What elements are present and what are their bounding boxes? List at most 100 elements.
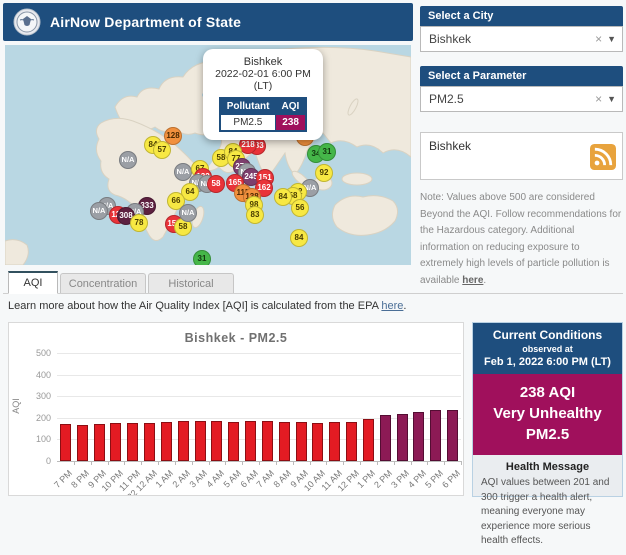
chart-x-tick — [310, 461, 311, 465]
tab-historical[interactable]: Historical — [148, 273, 234, 293]
chart-x-tick — [158, 461, 159, 465]
chart-x-tick — [444, 461, 445, 465]
chart-x-tick — [192, 461, 193, 465]
chart-y-tick-label: 400 — [15, 370, 51, 380]
chart-bar[interactable] — [329, 422, 340, 461]
map-marker[interactable]: 78 — [130, 214, 148, 232]
map-popup: Bishkek 2022-02-01 6:00 PM (LT) Pollutan… — [203, 49, 323, 140]
chart-title: Bishkek - PM2.5 — [9, 331, 463, 345]
map-marker-na[interactable]: N/A — [179, 204, 197, 222]
chart-bar[interactable] — [161, 422, 172, 461]
chart-bar[interactable] — [228, 422, 239, 461]
chart-y-tick-label: 0 — [15, 456, 51, 466]
health-message-title: Health Message — [473, 455, 622, 475]
chart-bar[interactable] — [60, 424, 71, 461]
chart-bar[interactable] — [279, 422, 290, 461]
chart-bar[interactable] — [262, 421, 273, 461]
learn-more-suffix: . — [403, 300, 406, 312]
city-clear-icon[interactable]: × — [590, 32, 607, 46]
popup-city: Bishkek — [208, 56, 318, 68]
chart-x-tick — [209, 461, 210, 465]
chart-bar[interactable] — [144, 423, 155, 461]
chart-x-tick — [276, 461, 277, 465]
chart-bar[interactable] — [447, 410, 458, 461]
learn-more-text: Learn more about how the Air Quality Ind… — [8, 300, 381, 312]
chart-y-tick-label: 100 — [15, 434, 51, 444]
chart-bar[interactable] — [380, 415, 391, 461]
current-aqi-value: 238 AQI — [475, 382, 620, 403]
rss-feed-box: Bishkek — [420, 132, 623, 180]
health-message-body: AQI values between 201 and 300 trigger a… — [473, 475, 622, 555]
map-marker[interactable]: 57 — [153, 141, 171, 159]
chart-bar[interactable] — [110, 423, 121, 461]
chart-bar[interactable] — [296, 422, 307, 461]
chart-bar[interactable] — [312, 423, 323, 461]
map-marker[interactable]: 84 — [290, 229, 308, 247]
popup-aqi-value: 238 — [276, 115, 307, 132]
map-marker[interactable]: 92 — [315, 164, 333, 182]
rss-icon[interactable] — [590, 144, 616, 175]
parameter-select-value: PM2.5 — [429, 92, 590, 106]
learn-more-here-link[interactable]: here — [381, 300, 403, 312]
chart-bar[interactable] — [77, 425, 88, 461]
chart-x-tick — [411, 461, 412, 465]
chart-y-tick-label: 500 — [15, 348, 51, 358]
popup-timezone: (LT) — [208, 80, 318, 92]
city-select[interactable]: Bishkek × ▼ — [420, 26, 623, 52]
dept-of-state-seal-icon — [13, 8, 41, 36]
map-marker[interactable]: 56 — [291, 199, 309, 217]
chart-gridline — [57, 375, 461, 376]
parameter-select[interactable]: PM2.5 × ▼ — [420, 86, 623, 112]
chart-bar[interactable] — [430, 410, 441, 461]
chart-bar[interactable] — [94, 424, 105, 461]
select-parameter-header: Select a Parameter — [420, 66, 623, 86]
tab-aqi[interactable]: AQI — [8, 271, 58, 294]
chart-bar[interactable] — [397, 414, 408, 461]
chart-x-tick — [377, 461, 378, 465]
chart-y-axis-label: AQI — [11, 376, 21, 436]
aqi-summary-block: 238 AQI Very Unhealthy PM2.5 — [473, 374, 622, 455]
chart-bar[interactable] — [363, 419, 374, 461]
chart-bar[interactable] — [127, 423, 138, 461]
map-marker[interactable]: 83 — [246, 206, 264, 224]
map-marker[interactable]: 31 — [318, 143, 336, 161]
chart-x-tick — [343, 461, 344, 465]
chart-bar[interactable] — [346, 422, 357, 461]
chart-bar[interactable] — [413, 412, 424, 461]
aqi-world-map[interactable]: 1288457N/A183218117588477275N/A245151162… — [5, 45, 411, 265]
tab-concentration[interactable]: Concentration — [60, 273, 146, 293]
popup-datetime: 2022-02-01 6:00 PM — [208, 68, 318, 80]
select-city-header: Select a City — [420, 6, 623, 26]
popup-pollutant-value: PM2.5 — [220, 115, 276, 132]
chart-x-tick — [225, 461, 226, 465]
current-conditions-panel: Current Conditions observed at Feb 1, 20… — [472, 322, 623, 497]
popup-pollutant-header: Pollutant — [220, 98, 276, 115]
parameter-clear-icon[interactable]: × — [590, 92, 607, 106]
chart-x-tick — [74, 461, 75, 465]
chart-bar[interactable] — [195, 421, 206, 461]
chart-bar[interactable] — [178, 421, 189, 461]
rss-city-label: Bishkek — [429, 139, 471, 153]
current-pollutant: PM2.5 — [475, 424, 620, 445]
chart-x-tick — [259, 461, 260, 465]
current-conditions-title: Current Conditions — [475, 328, 620, 342]
map-marker[interactable]: 84 — [274, 188, 292, 206]
observed-at-label: observed at — [475, 344, 620, 354]
map-marker[interactable]: 58 — [207, 175, 225, 193]
chart-x-tick — [242, 461, 243, 465]
tab-strip: AQI Concentration Historical — [3, 271, 623, 294]
learn-more-line: Learn more about how the Air Quality Ind… — [8, 300, 406, 312]
chart-x-tick — [141, 461, 142, 465]
chart-bar[interactable] — [211, 421, 222, 461]
chart-x-tick — [326, 461, 327, 465]
map-marker-na[interactable]: N/A — [90, 202, 108, 220]
city-caret-icon[interactable]: ▼ — [607, 34, 616, 44]
chart-bar[interactable] — [245, 421, 256, 461]
popup-table: Pollutant AQI PM2.5 238 — [219, 97, 308, 132]
parameter-caret-icon[interactable]: ▼ — [607, 94, 616, 104]
map-marker[interactable]: 31 — [193, 250, 211, 265]
observed-at-value: Feb 1, 2022 6:00 PM (LT) — [475, 356, 620, 368]
map-marker-na[interactable]: N/A — [119, 151, 137, 169]
chart-x-tick — [360, 461, 361, 465]
chart-x-tick — [175, 461, 176, 465]
